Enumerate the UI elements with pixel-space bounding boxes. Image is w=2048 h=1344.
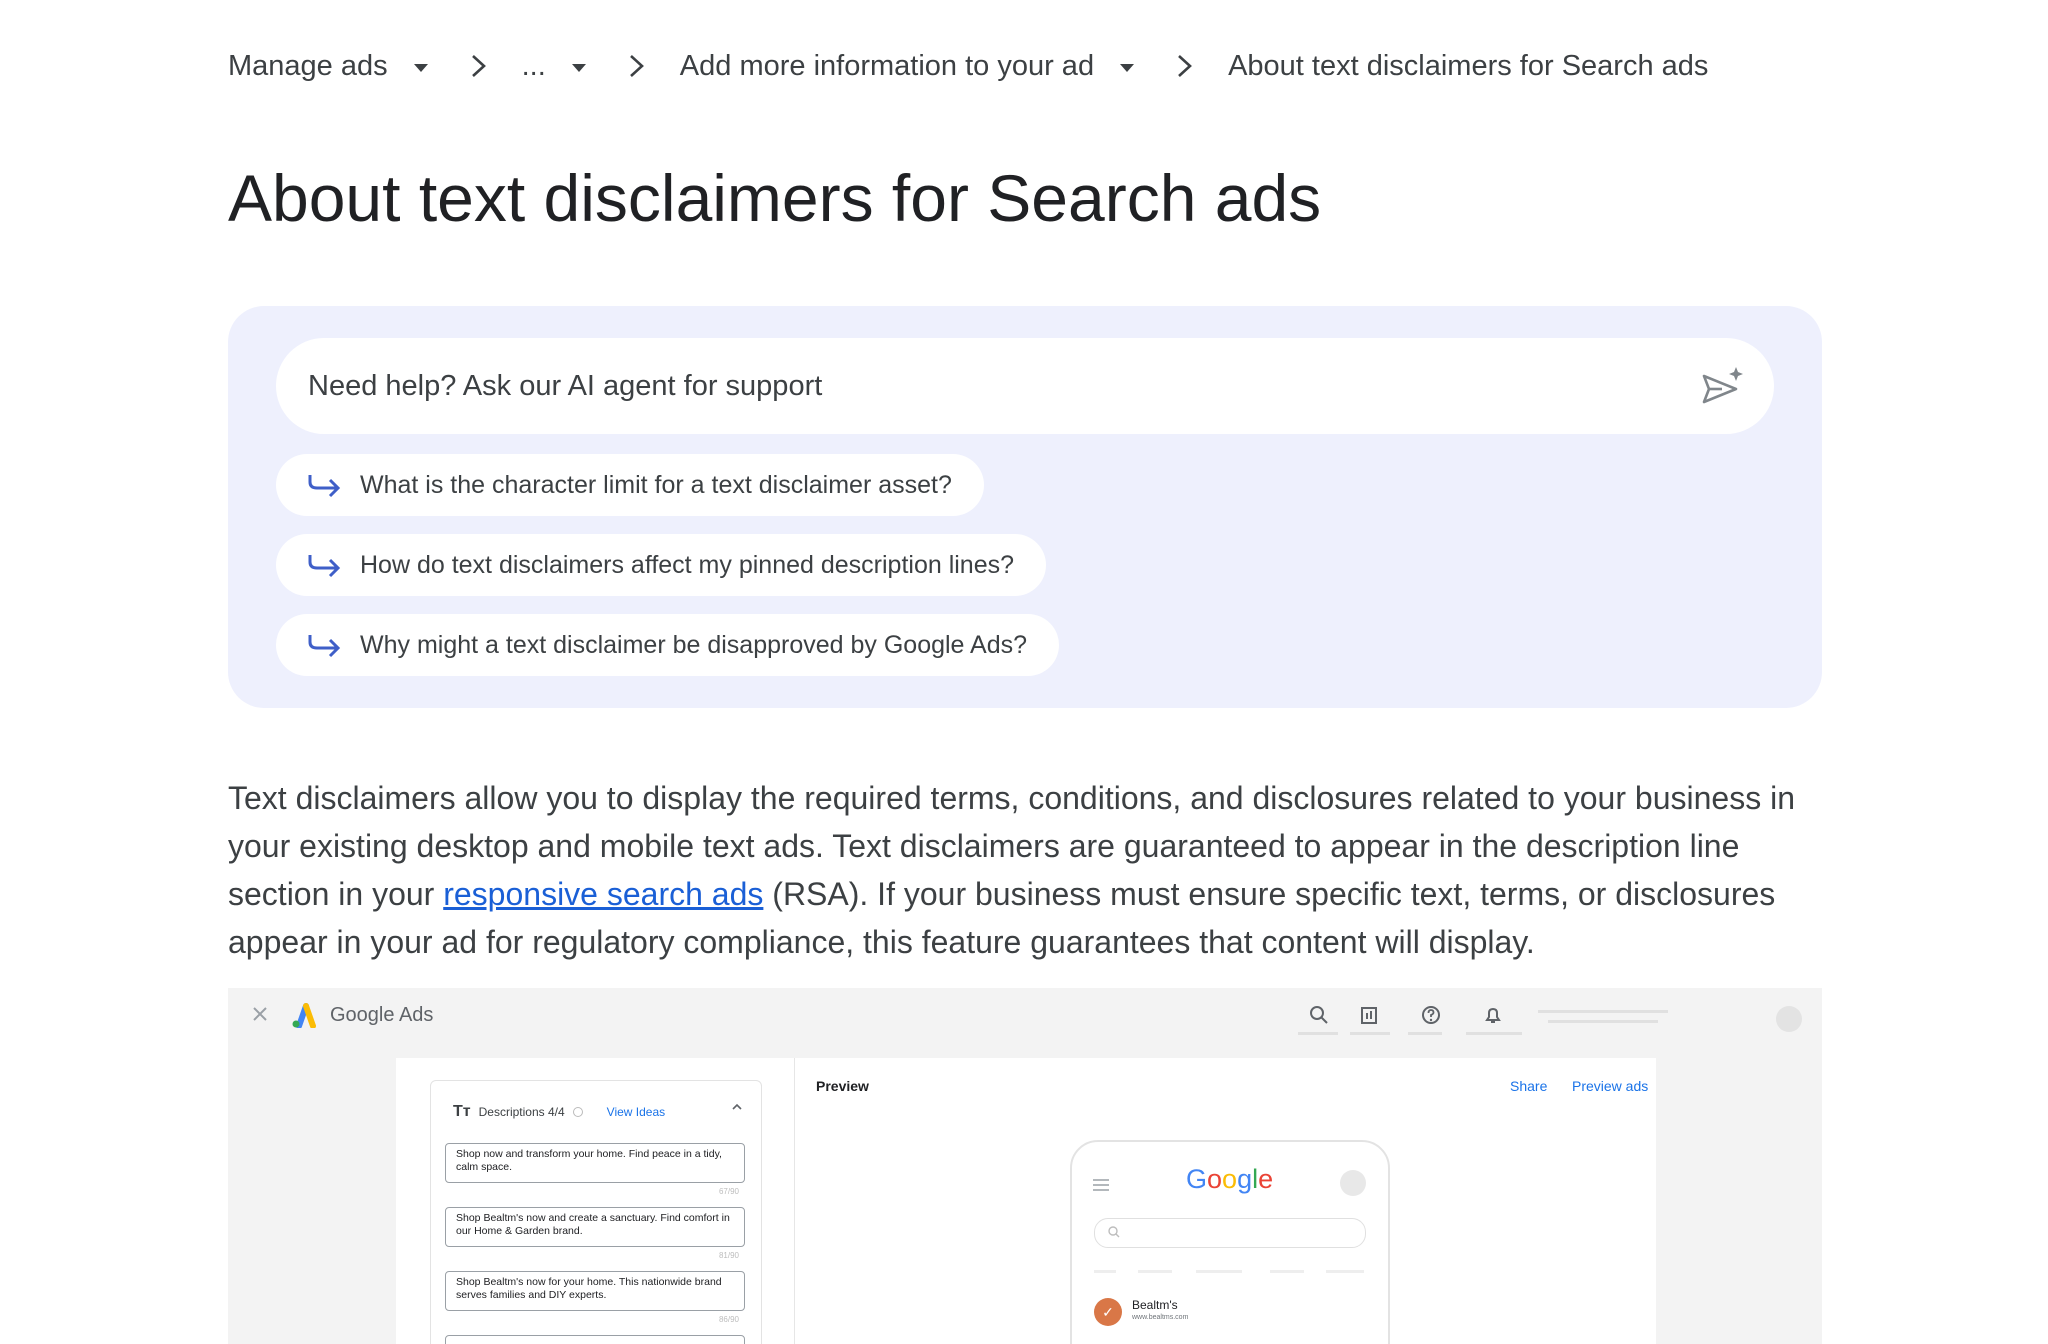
responsive-search-ads-link[interactable]: responsive search ads [443,876,763,912]
search-icon [1310,1006,1328,1024]
nav-placeholder-line [1270,1270,1304,1273]
descriptions-header-label: Descriptions 4/4 [478,1105,565,1119]
nav-placeholder-line [1094,1270,1116,1273]
ai-search-input[interactable]: Need help? Ask our AI agent for support [276,338,1774,434]
description-char-count: 86/90 [718,1315,739,1324]
preview-heading: Preview [816,1078,869,1094]
ai-suggestion-chip[interactable]: How do text disclaimers affect my pinned… [276,534,1047,596]
toolbar-underline [1298,1032,1338,1035]
view-ideas-link: View Ideas [606,1105,666,1119]
ai-suggestion-chip[interactable]: Why might a text disclaimer be disapprov… [276,614,1060,676]
chevron-right-icon [468,53,490,79]
google-logo: Google [1186,1164,1274,1194]
reports-icon [1361,1007,1377,1024]
caret-down-icon[interactable] [1120,64,1135,72]
intro-paragraph: Text disclaimers allow you to display th… [228,774,1828,966]
ai-support-panel: Need help? Ask our AI agent for support … [228,306,1822,708]
breadcrumb-item-add-more-info[interactable]: Add more information to your ad [680,50,1135,83]
description-field: Shop Bealtm's now and create a sanctuary… [445,1207,745,1247]
share-link: Share [1510,1078,1548,1094]
toolbar-underline [1408,1032,1442,1035]
ai-suggestion-label[interactable]: Why might a text disclaimer be disapprov… [360,631,1027,660]
ai-search-placeholder[interactable]: Need help? Ask our AI agent for support [308,338,822,434]
breadcrumb: Manage ads ... Add more information to y… [228,44,1708,88]
ads-app-name: Google Ads [330,1004,434,1026]
ai-suggestion-chip[interactable]: What is the character limit for a text d… [276,454,984,516]
toolbar-underline [1466,1032,1522,1035]
descriptions-pane: Tт Descriptions 4/4 View Ideas Shop now … [396,1058,795,1344]
nav-placeholder-line [1138,1270,1172,1273]
business-name: Bealtm's [1132,1298,1178,1312]
toolbar-underline [1350,1032,1390,1035]
google-ads-logo-icon [292,1003,316,1028]
ai-suggestion-label[interactable]: How do text disclaimers affect my pinned… [360,551,1014,580]
avatar [1340,1170,1366,1196]
send-sparkle-icon[interactable] [1698,364,1744,410]
page-title: About text disclaimers for Search ads [228,161,1322,235]
text-format-icon: Tт [453,1103,471,1120]
chevron-up-icon [732,1103,742,1110]
breadcrumb-label[interactable]: Manage ads [228,50,388,83]
help-icon [1422,1006,1440,1024]
account-placeholder-line [1548,1020,1658,1023]
breadcrumb-item-ellipsis[interactable]: ... [522,50,586,83]
reply-arrow-icon [308,635,341,658]
breadcrumb-label[interactable]: ... [522,50,546,83]
breadcrumb-item-manage-ads[interactable]: Manage ads [228,50,428,83]
nav-placeholder-line [1196,1270,1242,1273]
breadcrumb-label[interactable]: Add more information to your ad [680,50,1094,83]
reply-arrow-icon [308,475,341,498]
hamburger-menu-icon [1093,1179,1109,1191]
description-field [445,1335,745,1344]
caret-down-icon[interactable] [413,64,428,72]
bell-icon [1485,1007,1501,1023]
avatar [1776,1006,1802,1032]
close-icon [253,1007,267,1021]
info-icon [572,1107,583,1117]
descriptions-header: Tт Descriptions 4/4 View Ideas [453,1103,665,1121]
ads-top-bar: Google Ads [228,988,1822,1046]
nav-placeholder-line [1326,1270,1364,1273]
caret-down-icon[interactable] [571,64,586,72]
chevron-right-icon [1174,53,1196,79]
ad-editor-panel: Tт Descriptions 4/4 View Ideas Shop now … [396,1058,1656,1344]
description-field: Shop now and transform your home. Find p… [445,1143,745,1183]
mobile-preview: Google ✓ Bealtm's www.bealtms.com [1070,1140,1390,1344]
descriptions-card: Tт Descriptions 4/4 View Ideas Shop now … [430,1080,762,1344]
search-icon [1108,1226,1120,1238]
description-field: Shop Bealtm's now for your home. This na… [445,1271,745,1311]
mobile-search-box [1094,1218,1366,1248]
breadcrumb-item-current: About text disclaimers for Search ads [1228,50,1708,83]
ai-suggestion-label[interactable]: What is the character limit for a text d… [360,471,952,500]
reply-arrow-icon [308,555,341,578]
account-placeholder-line [1538,1010,1668,1013]
description-char-count: 67/90 [718,1187,739,1196]
google-ads-screenshot: Google Ads Tт Descriptions 4/4 View Idea… [228,988,1822,1344]
breadcrumb-label: About text disclaimers for Search ads [1228,49,1709,82]
description-char-count: 81/90 [718,1251,739,1260]
chevron-right-icon [626,53,648,79]
preview-ads-link: Preview ads [1572,1078,1649,1094]
business-logo-icon: ✓ [1094,1298,1122,1326]
business-url: www.bealtms.com [1132,1314,1189,1321]
